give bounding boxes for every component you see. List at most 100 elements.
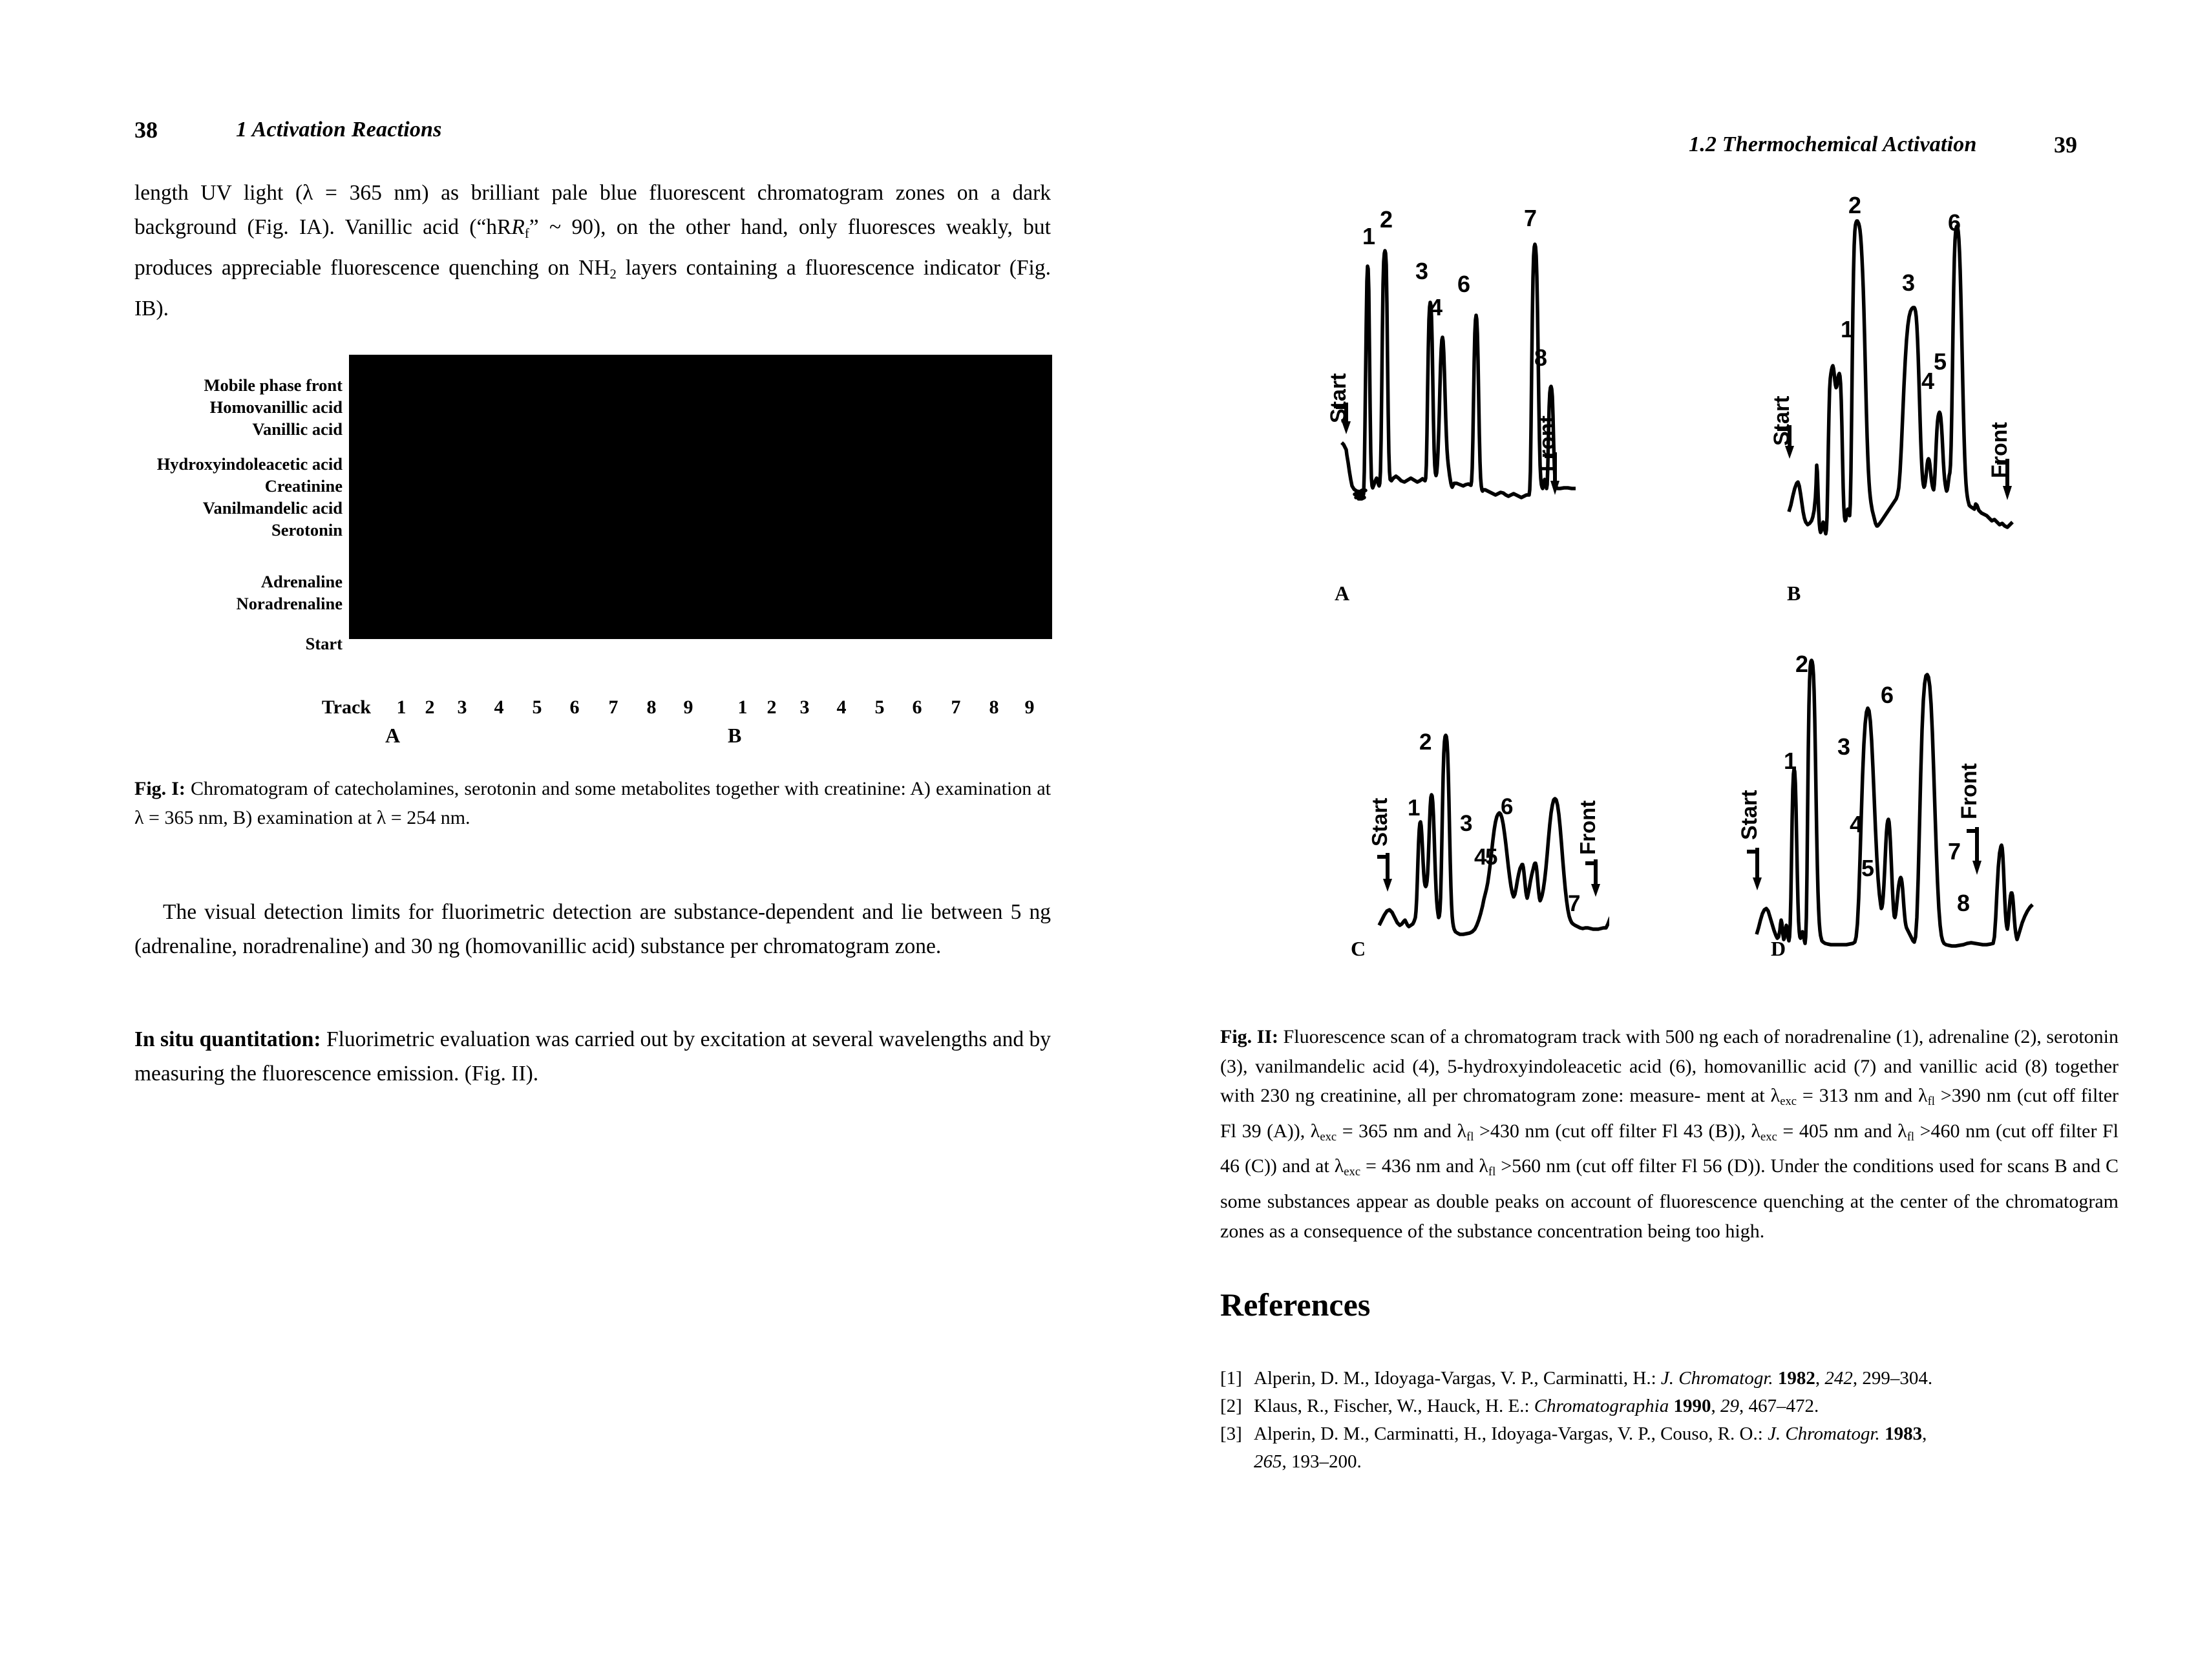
zone-label-creatinine: Creatinine	[264, 476, 343, 496]
svg-text:Front: Front	[1576, 801, 1600, 855]
running-head-left: 1 Activation Reactions	[236, 118, 442, 142]
peak-label-d-4: 4	[1850, 811, 1863, 837]
lambda-fl-sub-3: fl	[1907, 1129, 1915, 1144]
track-number-a8: 8	[646, 697, 657, 718]
peak-label-c-1: 1	[1408, 795, 1420, 821]
reference-authors-3: Alperin, D. M., Carminatti, H., Idoyaga-…	[1254, 1423, 1768, 1444]
peak-label-b-3: 3	[1902, 269, 1915, 296]
track-number-b6: 6	[912, 697, 922, 718]
track-number-a1: 1	[396, 697, 407, 718]
figure-2-caption-line6a: λ	[1334, 1155, 1344, 1177]
peak-label-c-6: 6	[1501, 794, 1513, 819]
peak-label-a-7: 7	[1524, 205, 1537, 231]
peak-label-a-6: 6	[1457, 271, 1470, 297]
peak-label-c-7: 7	[1568, 891, 1580, 916]
lambda-exc-sub-4: exc	[1344, 1165, 1361, 1179]
scan-panel-c: Start Front 1 2 3 4 5 6 7	[1273, 698, 1609, 956]
reference-pages-1: 299–304.	[1862, 1368, 1933, 1389]
reference-year-2: 1990	[1673, 1396, 1711, 1416]
track-number-a3: 3	[457, 697, 467, 718]
figure-1-caption-lead: Fig. I:	[134, 778, 185, 799]
peak-label-a-2: 2	[1380, 206, 1393, 233]
zone-label-noradrenaline: Noradrenaline	[236, 594, 343, 613]
track-number-a6: 6	[569, 697, 580, 718]
track-number-a2: 2	[425, 697, 435, 718]
nh2-subscript: 2	[609, 266, 617, 282]
start-marker-d: Start	[1737, 790, 1762, 890]
reference-item-3-continuation: 265, 193–200.	[1254, 1448, 1362, 1476]
reference-pages-3: , 193–200.	[1282, 1451, 1362, 1472]
reference-sep1-2: ,	[1711, 1396, 1720, 1416]
reference-journal-2: Chromatographia	[1534, 1396, 1674, 1416]
reference-authors-2: Klaus, R., Fischer, W., Hauck, H. E.:	[1254, 1396, 1534, 1416]
zone-label-adrenaline: Adrenaline	[260, 572, 343, 591]
zone-label-mobile-phase-front: Mobile phase front	[204, 375, 343, 395]
figure-2-caption-line5b: = 405 nm and λ	[1777, 1120, 1907, 1142]
track-number-b3: 3	[799, 697, 810, 718]
zone-label-hydroxyindoleacetic-acid: Hydroxyindoleacetic acid	[156, 454, 343, 474]
track-number-b7: 7	[951, 697, 961, 718]
peak-label-a-8: 8	[1534, 344, 1547, 371]
lambda-fl-sub-1: fl	[1927, 1095, 1935, 1109]
reference-marker-3: [3]	[1220, 1423, 1242, 1444]
reference-marker-1: [1]	[1220, 1368, 1242, 1389]
track-number-a7: 7	[608, 697, 618, 718]
reference-sep1-1: ,	[1815, 1368, 1825, 1389]
peak-label-d-3: 3	[1837, 733, 1850, 760]
hrf-subscript: f	[524, 226, 529, 241]
reference-sep1-3: ,	[1922, 1423, 1927, 1444]
reference-volume-1: 242	[1824, 1368, 1853, 1389]
peak-label-d-2: 2	[1795, 651, 1808, 677]
peak-label-b-5: 5	[1934, 348, 1947, 375]
reference-sep2-2: ,	[1738, 1396, 1749, 1416]
peak-label-d-6: 6	[1881, 682, 1894, 708]
lambda-exc-sub-3: exc	[1760, 1129, 1777, 1144]
peak-label-b-1: 1	[1841, 316, 1854, 342]
figure-1-caption-line1: Chromatogram of catecholamines, serotoni…	[185, 778, 819, 799]
reference-volume-2: 29	[1720, 1396, 1739, 1416]
figure-1-caption: Fig. I: Chromatogram of catecholamines, …	[134, 774, 1051, 832]
page-number-right: 39	[2054, 132, 2077, 158]
paragraph-in-situ-quantitation: In situ quantitation: Fluorimetric evalu…	[134, 1022, 1051, 1091]
figure-2-caption-lead: Fig. II:	[1220, 1026, 1279, 1047]
figure-2-caption-line1: Fluorescence scan of a chromatogram trac…	[1278, 1026, 1924, 1047]
track-number-a4: 4	[494, 697, 504, 718]
track-group-a: A	[385, 724, 401, 747]
peak-label-d-7: 7	[1948, 838, 1961, 865]
track-number-b2: 2	[766, 697, 777, 718]
peak-label-a-1: 1	[1362, 223, 1375, 249]
reference-authors-1: Alperin, D. M., Idoyaga-Vargas, V. P., C…	[1254, 1368, 1661, 1389]
reference-marker-2: [2]	[1220, 1396, 1242, 1416]
start-marker-a: Start	[1326, 373, 1351, 434]
peak-label-c-3: 3	[1460, 811, 1472, 836]
figure-2-caption-line6b: = 436 nm and λ	[1360, 1155, 1488, 1177]
scan-panel-letter-a: A	[1335, 582, 1350, 605]
front-marker-c: Front	[1576, 801, 1600, 897]
reference-item-2: [2] Klaus, R., Fischer, W., Hauck, H. E.:…	[1220, 1392, 1819, 1420]
lambda-exc-sub-1: exc	[1780, 1095, 1797, 1109]
in-situ-quantitation-lead: In situ quantitation:	[134, 1027, 321, 1051]
figure-2-caption-line4a: ment at λ	[1706, 1085, 1781, 1106]
running-head-right: 1.2 Thermochemical Activation	[1689, 132, 1977, 156]
reference-item-1: [1] Alperin, D. M., Idoyaga-Vargas, V. P.…	[1220, 1365, 1932, 1392]
peak-label-d-8: 8	[1957, 890, 1970, 916]
peak-label-d-5: 5	[1861, 855, 1874, 881]
peak-label-d-1: 1	[1784, 748, 1797, 774]
track-number-b9: 9	[1024, 697, 1035, 718]
lambda-fl-sub-4: fl	[1488, 1165, 1496, 1179]
track-number-b8: 8	[989, 697, 999, 718]
peak-label-a-3: 3	[1415, 258, 1428, 284]
book-spread: 3 8 1 Activation Reactions length UV ligh…	[0, 0, 2198, 1680]
lambda-exc-sub-2: exc	[1320, 1129, 1337, 1144]
svg-text:Front: Front	[1957, 763, 1981, 819]
peak-label-b-4: 4	[1921, 368, 1934, 394]
scan-panel-a: Start Front 1 2 3 4 6 7 8	[1260, 194, 1583, 620]
track-group-b: B	[728, 724, 742, 747]
zone-label-start: Start	[305, 634, 343, 653]
paragraph-intro: length UV light (λ = 365 nm) as brillian…	[134, 181, 1051, 320]
peak-label-b-6: 6	[1948, 209, 1961, 236]
zone-label-homovanillic-acid: Homovanillic acid	[209, 397, 343, 417]
reference-sep2-1: ,	[1852, 1368, 1863, 1389]
reference-pages-2: 467–472.	[1748, 1396, 1819, 1416]
reference-journal-1: J. Chromatogr.	[1660, 1368, 1778, 1389]
